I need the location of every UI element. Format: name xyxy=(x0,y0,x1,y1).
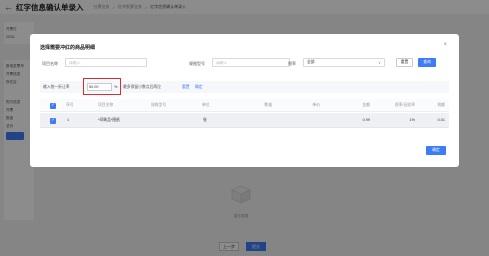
select-all-checkbox[interactable]: ✓ xyxy=(50,102,56,109)
item-name-label: 项目名称 xyxy=(42,60,58,66)
row-index: 1 xyxy=(67,118,70,122)
column-header: 数量 xyxy=(264,103,272,107)
spec-input[interactable] xyxy=(212,58,290,67)
table-header: ✓ 序号 项目名称 规格型号 单位 数量 单价 金额 税率/征收率 税额 xyxy=(40,99,449,112)
row-unit: 张 xyxy=(203,118,207,122)
row-checkbox[interactable]: ✓ xyxy=(50,117,56,124)
item-name-input[interactable] xyxy=(65,58,147,67)
column-header: 序号 xyxy=(66,103,74,107)
select-items-modal: 选择需要冲红的商品明细 × 项目名称 规格型号 税率 全部 ∨ 重置 查询 输入… xyxy=(30,34,459,167)
confirm-button[interactable]: 确定 xyxy=(426,146,446,155)
row-tax-rate: 1% xyxy=(409,118,416,122)
highlight-box xyxy=(83,78,121,95)
column-header: 单价 xyxy=(312,103,320,107)
modal-title: 选择需要冲红的商品明细 xyxy=(40,45,96,51)
row-tax: 0.01 xyxy=(437,118,445,122)
tax-rate-label: 税率 xyxy=(288,60,296,66)
column-header: 税率/征收率 xyxy=(394,103,415,107)
discount-rate-hint: 最多保留小数点后两位 xyxy=(123,84,161,89)
chevron-down-icon: ∨ xyxy=(378,60,381,65)
rate-reset-link[interactable]: 重置 xyxy=(182,85,190,90)
row-item-name: *印刷品*图纸 xyxy=(98,118,120,122)
tax-rate-select[interactable]: 全部 ∨ xyxy=(303,58,385,67)
spec-label: 规格型号 xyxy=(189,60,205,66)
column-header: 规格型号 xyxy=(151,103,167,107)
rate-confirm-link[interactable]: 确定 xyxy=(195,85,203,90)
discount-rate-label: 输入统一折让率 xyxy=(43,84,70,89)
column-header: 税额 xyxy=(437,103,445,107)
column-header: 项目名称 xyxy=(98,103,114,107)
column-header: 金额 xyxy=(362,103,370,107)
reset-button[interactable]: 重置 xyxy=(396,58,413,67)
column-header: 单位 xyxy=(202,103,210,107)
query-button[interactable]: 查询 xyxy=(418,58,436,67)
row-amount: 0.99 xyxy=(362,118,370,122)
close-icon[interactable]: × xyxy=(443,42,447,48)
table-row[interactable]: ✓ 1 *印刷品*图纸 张 0.99 1% 0.01 xyxy=(40,113,449,128)
tax-rate-value: 全部 xyxy=(307,60,315,64)
